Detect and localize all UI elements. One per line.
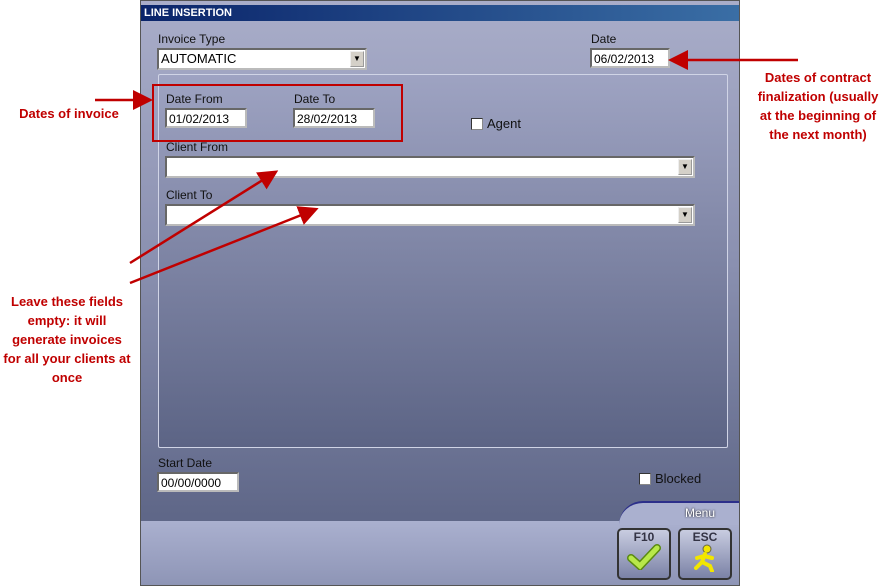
annotation-leave-empty: Leave these fields empty: it will genera… [3,294,131,385]
annotation-contract-dates: Dates of contract finalization (usually … [757,70,879,142]
arrow [129,170,279,265]
annotation-dates-of-invoice: Dates of invoice [19,106,119,121]
highlight-box [152,84,403,142]
